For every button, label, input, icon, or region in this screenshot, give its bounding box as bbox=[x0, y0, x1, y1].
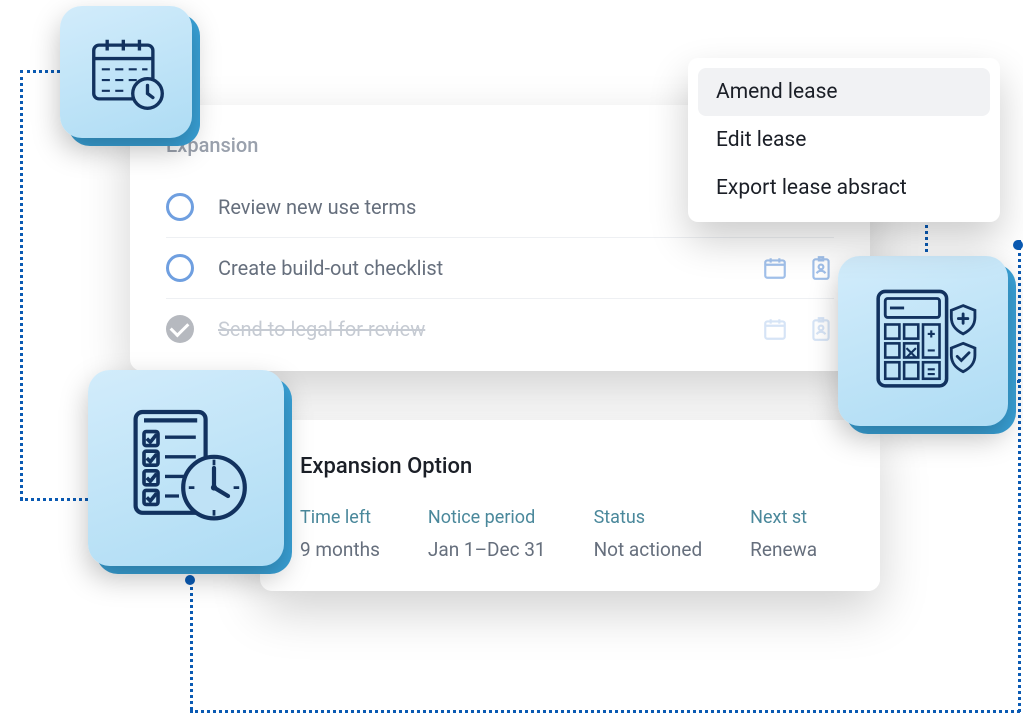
connector-node bbox=[1013, 240, 1023, 250]
task-meta bbox=[762, 255, 834, 281]
calendar-icon[interactable] bbox=[762, 255, 788, 281]
calculator-tile bbox=[838, 256, 1008, 426]
task-checkbox-done[interactable] bbox=[166, 315, 194, 343]
calendar-tile bbox=[60, 6, 192, 138]
option-col-next: Next st Renewa bbox=[750, 507, 817, 561]
task-checkbox[interactable] bbox=[166, 254, 194, 282]
task-row[interactable]: Send to legal for review bbox=[166, 299, 834, 359]
option-label: Status bbox=[594, 507, 703, 528]
menu-item-amend-lease[interactable]: Amend lease bbox=[698, 68, 990, 116]
menu-item-edit-lease[interactable]: Edit lease bbox=[698, 116, 990, 164]
option-label: Notice period bbox=[428, 507, 546, 528]
id-badge-icon[interactable] bbox=[808, 255, 834, 281]
calendar-icon bbox=[83, 29, 169, 115]
option-col-time-left: Time left 9 months bbox=[300, 507, 380, 561]
task-checkbox[interactable] bbox=[166, 193, 194, 221]
calculator-icon bbox=[864, 282, 982, 400]
connector-node bbox=[185, 575, 195, 585]
option-col-status: Status Not actioned bbox=[594, 507, 703, 561]
task-meta bbox=[762, 316, 834, 342]
option-grid: Time left 9 months Notice period Jan 1–D… bbox=[300, 507, 840, 561]
connector-line bbox=[1018, 240, 1021, 712]
connector-line bbox=[190, 580, 193, 710]
option-value: 9 months bbox=[300, 538, 380, 561]
checklist-clock-tile bbox=[88, 370, 284, 566]
task-label: Create build-out checklist bbox=[218, 256, 738, 280]
option-heading: Expansion Option bbox=[300, 454, 840, 479]
option-label: Time left bbox=[300, 507, 380, 528]
option-value: Renewa bbox=[750, 538, 817, 561]
id-badge-icon[interactable] bbox=[808, 316, 834, 342]
option-value: Not actioned bbox=[594, 538, 703, 561]
task-label: Send to legal for review bbox=[218, 317, 738, 341]
lease-actions-menu: Amend lease Edit lease Export lease absr… bbox=[688, 58, 1000, 222]
option-value: Jan 1–Dec 31 bbox=[428, 538, 546, 561]
option-label: Next st bbox=[750, 507, 817, 528]
menu-item-export-abstract[interactable]: Export lease absract bbox=[698, 164, 990, 212]
option-card: Expansion Option Time left 9 months Noti… bbox=[260, 420, 880, 591]
option-col-notice: Notice period Jan 1–Dec 31 bbox=[428, 507, 546, 561]
checklist-clock-icon bbox=[116, 398, 256, 538]
connector-line bbox=[190, 710, 1020, 713]
connector-line bbox=[20, 70, 23, 500]
calendar-icon[interactable] bbox=[762, 316, 788, 342]
task-row[interactable]: Create build-out checklist bbox=[166, 238, 834, 299]
